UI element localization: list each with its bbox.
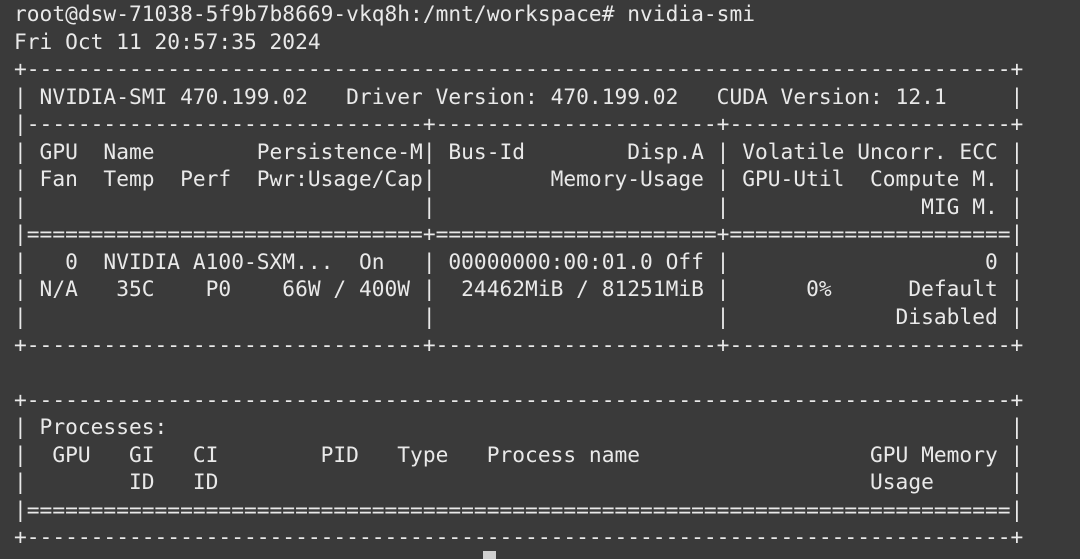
processes-table-top-border: +---------------------------------------…	[14, 386, 1024, 412]
smi-table-top-border: +---------------------------------------…	[14, 56, 1024, 82]
smi-version-line: | NVIDIA-SMI 470.199.02 Driver Version: …	[14, 83, 1024, 109]
smi-column-header-row-3: | | | MIG M. |	[14, 193, 1024, 219]
smi-header-divider: |-------------------------------+-------…	[14, 111, 1024, 137]
terminal-cursor	[483, 551, 496, 559]
processes-title-line: | Processes: |	[14, 414, 1024, 440]
gpu-row-0-line-3: | | | Disabled |	[14, 304, 1024, 330]
processes-header-body-separator: |=======================================…	[14, 496, 1024, 522]
smi-table-bottom-border: +-------------------------------+-------…	[14, 331, 1024, 357]
processes-column-header-row-2: | ID ID Usage |	[14, 469, 1024, 495]
terminal-prompt-line: root@dsw-71038-5f9b7b8669-vkq8h:/mnt/wor…	[14, 1, 756, 26]
gpu-row-0-line-1: | 0 NVIDIA A100-SXM... On | 00000000:00:…	[14, 248, 1024, 274]
terminal-window[interactable]: root@dsw-71038-5f9b7b8669-vkq8h:/mnt/wor…	[0, 0, 1080, 559]
processes-table-bottom-border: +---------------------------------------…	[14, 524, 1024, 550]
terminal-timestamp-line: Fri Oct 11 20:57:35 2024	[14, 28, 321, 54]
smi-column-header-row-2: | Fan Temp Perf Pwr:Usage/Cap| Memory-Us…	[14, 166, 1024, 192]
smi-header-body-separator: |===============================+=======…	[14, 221, 1024, 247]
gpu-row-0-line-2: | N/A 35C P0 66W / 400W | 24462MiB / 812…	[14, 276, 1024, 302]
processes-column-header-row-1: | GPU GI CI PID Type Process name GPU Me…	[14, 441, 1024, 467]
smi-column-header-row-1: | GPU Name Persistence-M| Bus-Id Disp.A …	[14, 138, 1024, 164]
